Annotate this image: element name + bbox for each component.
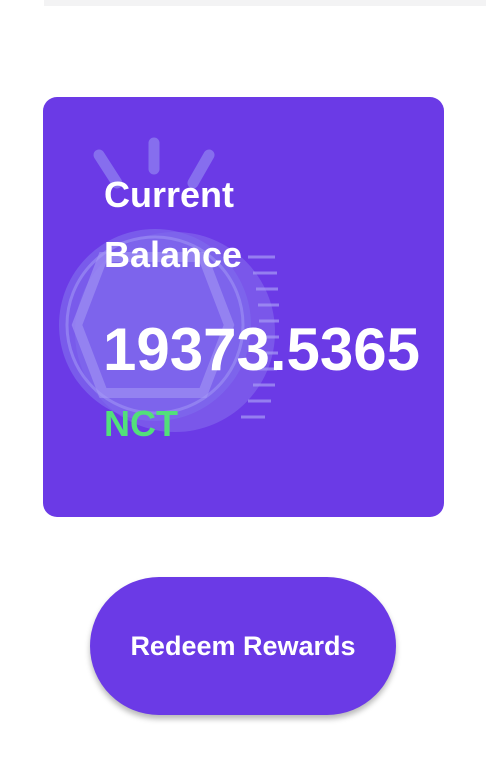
rewards-page: Current Balance 19373.5365 NCT Redeem Re… bbox=[0, 0, 486, 774]
coin-icon bbox=[59, 137, 279, 432]
balance-label: Current Balance bbox=[104, 174, 243, 275]
top-divider bbox=[44, 0, 486, 6]
balance-card: Current Balance 19373.5365 NCT bbox=[43, 97, 444, 517]
currency-code: NCT bbox=[104, 403, 178, 444]
redeem-rewards-button[interactable]: Redeem Rewards bbox=[90, 577, 396, 715]
balance-amount: 19373.5365 bbox=[103, 316, 420, 383]
